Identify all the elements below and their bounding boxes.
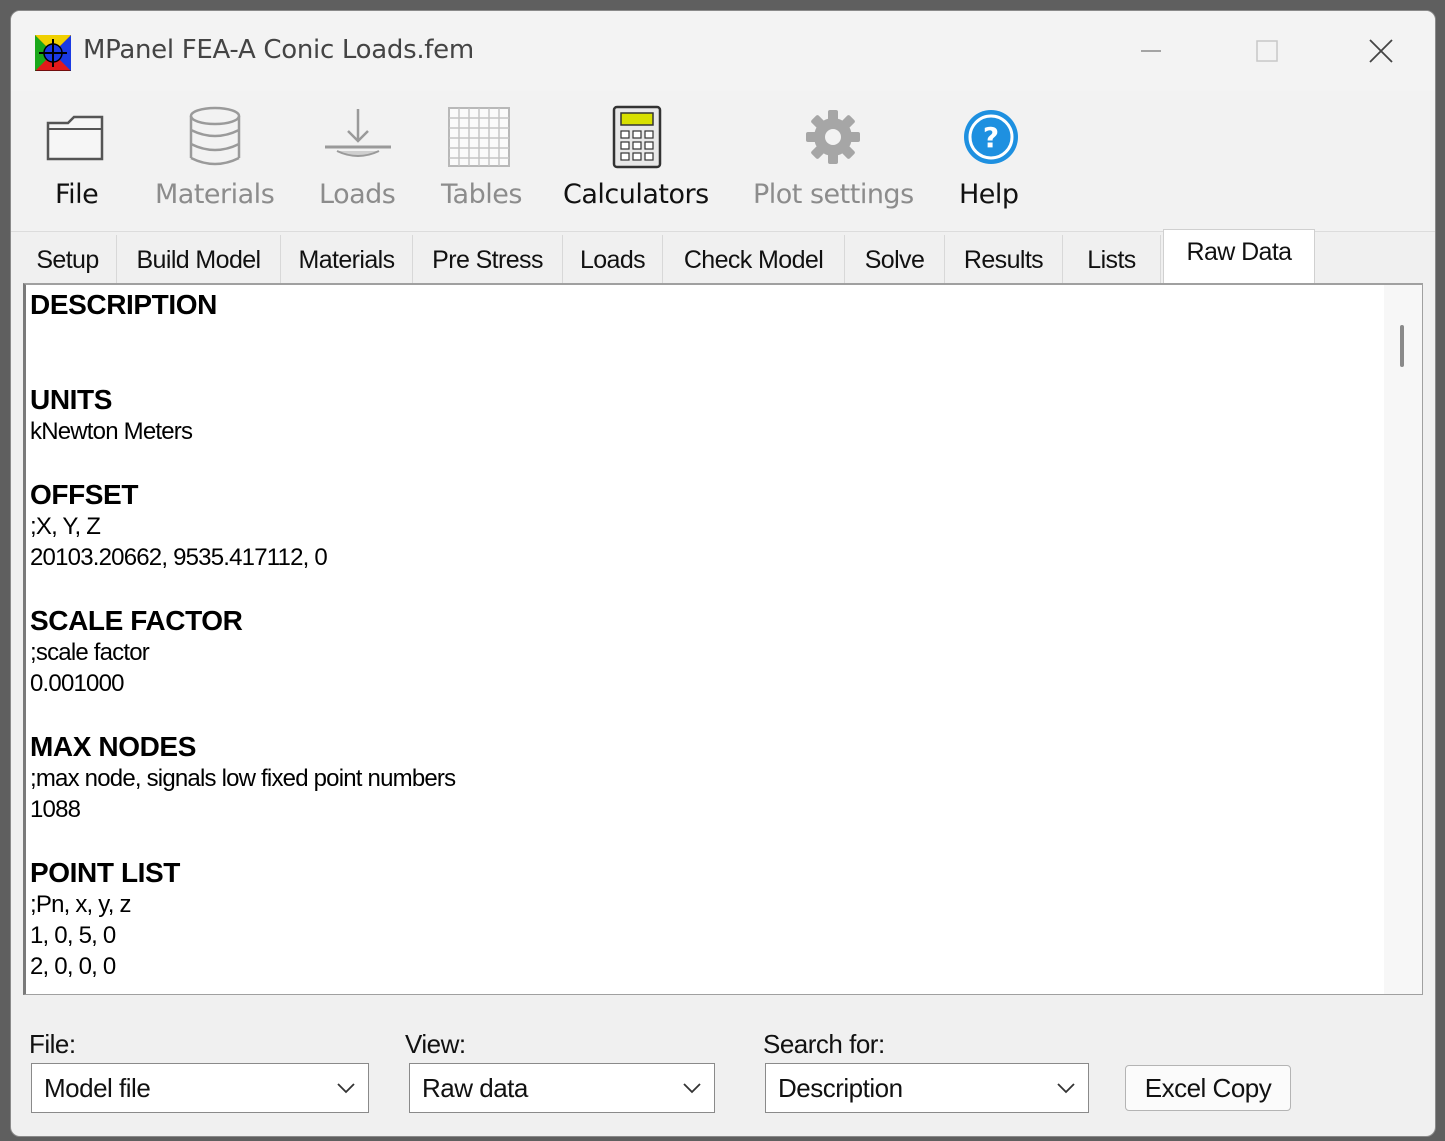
tab-pre-stress[interactable]: Pre Stress (413, 235, 563, 285)
chevron-down-icon (670, 1064, 714, 1112)
section-line: ;scale factor (30, 639, 150, 666)
excel-copy-button[interactable]: Excel Copy (1125, 1065, 1291, 1111)
database-icon (183, 105, 247, 169)
app-window: MPanel FEA-A Conic Loads.fem File Materi… (10, 10, 1436, 1137)
tab-materials[interactable]: Materials (281, 235, 413, 285)
tab-build-model[interactable]: Build Model (117, 235, 281, 285)
section-scale-factor: SCALE FACTOR ;scale factor 0.001000 (30, 605, 1380, 699)
toolbar-calculators-label: Calculators (563, 179, 709, 210)
view-label: View: (405, 1029, 466, 1059)
section-title: SCALE FACTOR (30, 605, 243, 636)
toolbar-loads-label: Loads (319, 179, 396, 210)
close-button[interactable] (1351, 29, 1411, 73)
toolbar-file-button[interactable]: File (39, 91, 113, 231)
minimize-button[interactable] (1121, 29, 1181, 73)
tab-results[interactable]: Results (945, 235, 1063, 285)
close-icon (1369, 39, 1393, 63)
file-select[interactable]: Model file (31, 1063, 369, 1113)
tab-solve[interactable]: Solve (845, 235, 945, 285)
section-line: 1, 0, 5, 0 (30, 922, 116, 949)
section-units: UNITS kNewton Meters (30, 384, 1380, 447)
toolbar-calculators-button[interactable]: Calculators (563, 91, 713, 231)
main-toolbar: File Materials Loads Tables Calculators … (11, 91, 1435, 232)
minimize-icon (1141, 50, 1161, 52)
section-line: kNewton Meters (30, 418, 193, 445)
vertical-scrollbar[interactable] (1384, 285, 1422, 994)
file-label: File: (29, 1029, 76, 1059)
section-line (30, 321, 1380, 352)
section-title: DESCRIPTION (30, 289, 217, 320)
table-grid-icon (445, 105, 513, 169)
tab-raw-data[interactable]: Raw Data (1163, 229, 1315, 287)
section-line: 1088 (30, 796, 81, 823)
mpanel-app-icon (35, 35, 71, 71)
toolbar-tables-button[interactable]: Tables (435, 91, 525, 231)
raw-data-textbox[interactable]: DESCRIPTION UNITS kNewton Meters OFFSET … (23, 283, 1423, 995)
file-select-value: Model file (44, 1072, 151, 1103)
tab-setup[interactable]: Setup (19, 235, 117, 285)
toolbar-plot-settings-button[interactable]: Plot settings (751, 91, 917, 231)
title-bar[interactable]: MPanel FEA-A Conic Loads.fem (11, 11, 1435, 91)
load-arrow-icon (323, 105, 393, 169)
window-title: MPanel FEA-A Conic Loads.fem (83, 35, 474, 65)
tab-loads[interactable]: Loads (563, 235, 663, 285)
view-select-value: Raw data (422, 1072, 528, 1103)
toolbar-materials-button[interactable]: Materials (151, 91, 275, 231)
folder-icon (39, 105, 113, 169)
scrollbar-thumb[interactable] (1400, 325, 1404, 367)
raw-data-text: DESCRIPTION UNITS kNewton Meters OFFSET … (30, 289, 1380, 982)
section-line: 0.001000 (30, 670, 125, 697)
toolbar-help-label: Help (959, 179, 1019, 210)
section-description: DESCRIPTION (30, 289, 1380, 352)
toolbar-tables-label: Tables (441, 179, 522, 210)
tab-lists[interactable]: Lists (1063, 235, 1161, 285)
section-offset: OFFSET ;X, Y, Z 20103.20662, 9535.417112… (30, 479, 1380, 573)
svg-text:?: ? (983, 121, 999, 154)
chevron-down-icon (1044, 1064, 1088, 1112)
section-line: ;X, Y, Z (30, 513, 101, 540)
gear-icon (803, 105, 863, 169)
toolbar-loads-button[interactable]: Loads (311, 91, 401, 231)
toolbar-plot-settings-label: Plot settings (753, 179, 914, 210)
tab-check-model[interactable]: Check Model (663, 235, 845, 285)
help-icon: ? (961, 105, 1021, 169)
section-title: OFFSET (30, 479, 139, 510)
section-max-nodes: MAX NODES ;max node, signals low fixed p… (30, 731, 1380, 825)
search-for-select-value: Description (778, 1072, 903, 1103)
section-line: 20103.20662, 9535.417112, 0 (30, 544, 328, 571)
toolbar-file-label: File (55, 179, 99, 210)
section-title: POINT LIST (30, 857, 181, 888)
section-line: ;max node, signals low fixed point numbe… (30, 765, 456, 792)
section-title: UNITS (30, 384, 113, 415)
view-select[interactable]: Raw data (409, 1063, 715, 1113)
section-line: 2, 0, 0, 0 (30, 953, 116, 980)
calculator-icon (607, 105, 667, 169)
section-title: MAX NODES (30, 731, 196, 762)
search-for-select[interactable]: Description (765, 1063, 1089, 1113)
chevron-down-icon (324, 1064, 368, 1112)
toolbar-materials-label: Materials (155, 179, 275, 210)
maximize-button[interactable] (1237, 29, 1297, 73)
search-for-label: Search for: (763, 1029, 885, 1059)
tab-strip: Setup Build Model Materials Pre Stress L… (19, 229, 1429, 287)
toolbar-help-button[interactable]: ? Help (955, 91, 1025, 231)
section-line: ;Pn, x, y, z (30, 891, 131, 918)
maximize-icon (1256, 40, 1278, 62)
section-point-list: POINT LIST ;Pn, x, y, z 1, 0, 5, 0 2, 0,… (30, 857, 1380, 982)
